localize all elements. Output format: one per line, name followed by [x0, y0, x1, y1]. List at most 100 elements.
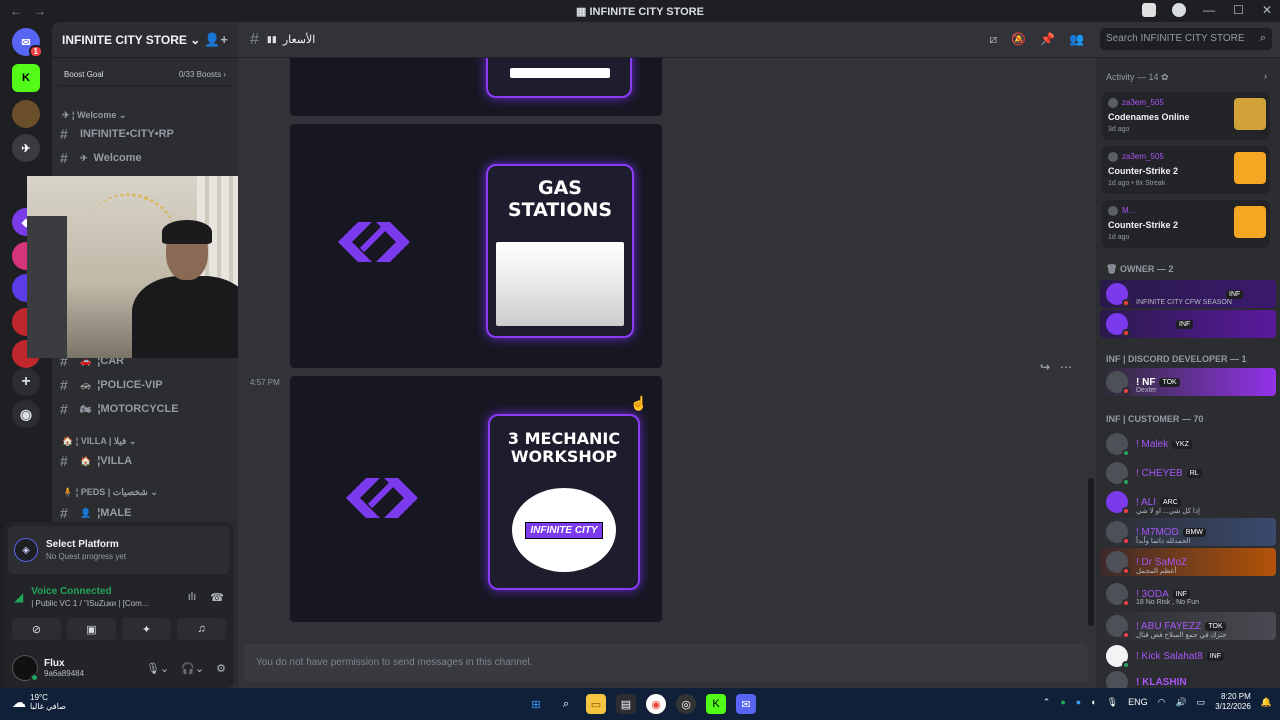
member-item[interactable]: ! CHEYEB RL — [1100, 459, 1276, 487]
disconnect-icon[interactable]: ☎ — [210, 591, 224, 604]
channel-infinite-city-rp[interactable]: # INFINITE•CITY•RP — [60, 124, 232, 144]
image-post[interactable]: 3 MECHANIC WORKSHOP INFINITE CITY — [290, 376, 662, 622]
minimize-button[interactable]: — — [1203, 3, 1215, 17]
inbox-icon[interactable] — [1142, 3, 1156, 17]
category-welcome[interactable]: ✈ ¦ Welcome ⌄ — [62, 110, 126, 121]
chrome-icon[interactable]: ◉ — [646, 694, 666, 714]
discord-icon[interactable]: ✉ — [736, 694, 756, 714]
member-item[interactable]: INF INFINITE CITY CFW SEASON — [1100, 280, 1276, 308]
image-post[interactable]: GAS STATIONS — [290, 124, 662, 368]
member-item[interactable]: ! 3ODA INF 18 No Risk , No Fun — [1100, 580, 1276, 608]
close-button[interactable]: ✕ — [1262, 3, 1272, 17]
tray-app-icon[interactable]: ● — [1076, 697, 1081, 707]
kick-icon[interactable]: K — [706, 694, 726, 714]
volume-icon[interactable]: 🔊 — [1175, 697, 1186, 708]
camera-off-button[interactable]: ⊘ — [12, 618, 61, 640]
server-header[interactable]: INFINITE CITY STORE ⌄ 👤+ — [52, 22, 238, 58]
image-post[interactable] — [290, 58, 662, 116]
kick-server-icon[interactable]: K — [12, 64, 40, 92]
notification-bell-icon[interactable]: 🔔 — [1261, 697, 1272, 708]
status-dot — [1122, 507, 1130, 515]
server-icon[interactable] — [12, 100, 40, 128]
category-villa[interactable]: 🏠 ¦ VILLA | فيلا ⌄ — [62, 436, 136, 447]
search-input[interactable]: Search INFINITE CITY STORE ⌕ — [1100, 28, 1272, 50]
member-item[interactable]: ! Kick Salahat8 INF — [1100, 642, 1276, 670]
add-server-icon[interactable]: + — [12, 368, 40, 396]
share-screen-button[interactable]: ▣ — [67, 618, 116, 640]
microphone-icon[interactable]: 🎙 — [1107, 697, 1118, 708]
weather-condition: صافي غالبا — [30, 702, 66, 711]
channel-welcome[interactable]: # ✈ Welcome — [60, 148, 232, 168]
more-options-icon[interactable]: ⋯ — [1060, 360, 1072, 374]
quest-panel[interactable]: ◈ Select Platform No Quest progress yet — [8, 526, 230, 574]
hash-icon: # — [60, 377, 68, 393]
activity-header[interactable]: Activity — 14 ✿ › — [1106, 71, 1267, 83]
avatar — [1106, 462, 1130, 486]
mechanic-workshop-card: 3 MECHANIC WORKSHOP INFINITE CITY — [488, 414, 640, 590]
username[interactable]: Flux — [44, 658, 84, 669]
wifi-icon[interactable]: ◠ — [1158, 697, 1166, 708]
channel-male[interactable]: # 👤 ¦ MALE — [60, 503, 232, 523]
member-item[interactable]: ! Dr SaMoZ أعظم المجمل — [1100, 548, 1276, 576]
settings-gear-icon[interactable]: ⚙ — [216, 662, 226, 675]
system-tray: ⌃ ● ● ◐ 🎙 ENG ◠ 🔊 ▭ 8:20 PM 3/12/2026 🔔 — [1043, 692, 1272, 713]
discord-home-icon[interactable]: ✉ 1 — [12, 28, 43, 58]
scrollbar[interactable] — [1088, 478, 1094, 626]
member-item[interactable]: ! NF TOK Dexter — [1100, 368, 1276, 396]
microphone-icon[interactable]: 🎙⌄ — [146, 662, 169, 675]
steam-icon[interactable]: ◎ — [676, 694, 696, 714]
chevron-up-icon[interactable]: ⌃ — [1043, 697, 1051, 708]
member-item[interactable]: INF — [1100, 310, 1276, 338]
store-icon[interactable]: ▤ — [616, 694, 636, 714]
activity-card[interactable]: za3em_505 Counter-Strike 2 1d ago • 8x S… — [1102, 146, 1270, 194]
member-item[interactable]: ! ALI ARC إذا كل شي... او لا شي — [1100, 488, 1276, 516]
server-icon[interactable]: ✈ — [12, 134, 40, 162]
member-item[interactable]: ! Malek YKZ — [1100, 430, 1276, 458]
noise-suppression-icon[interactable]: ılı — [188, 591, 197, 604]
maximize-button[interactable]: ☐ — [1233, 3, 1244, 17]
member-list-icon[interactable]: 👥 — [1069, 32, 1084, 47]
voice-channel[interactable]: | Public VC 1 / "ISuZuки | [Com... — [31, 599, 148, 608]
threads-icon[interactable]: ⧄ — [990, 32, 998, 47]
member-item[interactable]: ! KLASHIN — [1100, 668, 1276, 688]
battery-icon[interactable]: ▭ — [1197, 697, 1206, 708]
search-icon[interactable]: ⌕ — [556, 694, 576, 714]
server-tag: INF — [1226, 289, 1244, 299]
notifications-muted-icon[interactable]: 🔕 — [1011, 32, 1026, 47]
chevron-right-icon[interactable]: › — [1264, 71, 1267, 81]
language-indicator[interactable]: ENG — [1128, 697, 1148, 707]
card-title: 3 MECHANIC WORKSHOP — [507, 429, 621, 467]
activities-button[interactable]: ✦ — [122, 618, 171, 640]
discover-icon[interactable]: ◉ — [12, 400, 40, 428]
member-status: INFINITE CITY CFW SEASON — [1136, 299, 1232, 306]
boost-goal[interactable]: Boost Goal 0/33 Boosts › — [58, 64, 232, 86]
gear-icon: ✿ — [1161, 72, 1169, 82]
member-item[interactable]: ! ABU FAYEZZ TOK حترك في جمع السلاح فض قت… — [1100, 612, 1276, 640]
category-peds[interactable]: 🧍 ¦ PEDS | شخصيات ⌄ — [62, 487, 158, 498]
headphones-icon[interactable]: 🎧⌄ — [181, 662, 204, 675]
activity-time: 1d ago — [1108, 234, 1130, 241]
clock[interactable]: 8:20 PM 3/12/2026 — [1215, 692, 1251, 713]
weather-widget[interactable]: ☁ 19°C صافي غالبا — [12, 693, 66, 711]
activity-card[interactable]: M... Counter-Strike 2 1d ago — [1102, 200, 1270, 248]
member-item[interactable]: ! M7MOD BMW الحمدلله دائما وأبدأ — [1100, 518, 1276, 546]
server-tag: TOK — [1205, 621, 1226, 631]
tray-app-icon[interactable]: ◐ — [1091, 697, 1096, 707]
channel-villa[interactable]: # 🏠 ¦ VILLA — [60, 451, 232, 471]
channel-police-vip[interactable]: # 🚓 ¦ POLICE-VIP — [60, 375, 232, 395]
pin-icon[interactable]: 📌 — [1040, 32, 1055, 47]
avatar[interactable] — [12, 655, 39, 682]
forward-icon[interactable]: ↪ — [1040, 360, 1050, 374]
invite-icon[interactable]: 👤+ — [204, 32, 228, 48]
file-explorer-icon[interactable]: ▭ — [586, 694, 606, 714]
channel-motorcycle[interactable]: # 🏍 ¦ MOTORCYCLE — [60, 399, 232, 419]
help-icon[interactable] — [1172, 3, 1186, 17]
activity-card[interactable]: za3em_505 Codenames Online 3d ago — [1102, 92, 1270, 140]
start-menu-icon[interactable]: ⊞ — [526, 694, 546, 714]
soundboard-button[interactable]: ♫ — [177, 618, 226, 640]
signal-icon[interactable]: ◢ — [14, 590, 23, 604]
voice-status[interactable]: Voice Connected — [31, 586, 148, 597]
windows-taskbar: ☁ 19°C صافي غالبا ⊞ ⌕ ▭ ▤ ◉ ◎ K ✉ ⌃ ● ● … — [0, 688, 1280, 720]
tray-app-icon[interactable]: ● — [1060, 697, 1065, 707]
infinite-logo-icon — [336, 472, 428, 524]
